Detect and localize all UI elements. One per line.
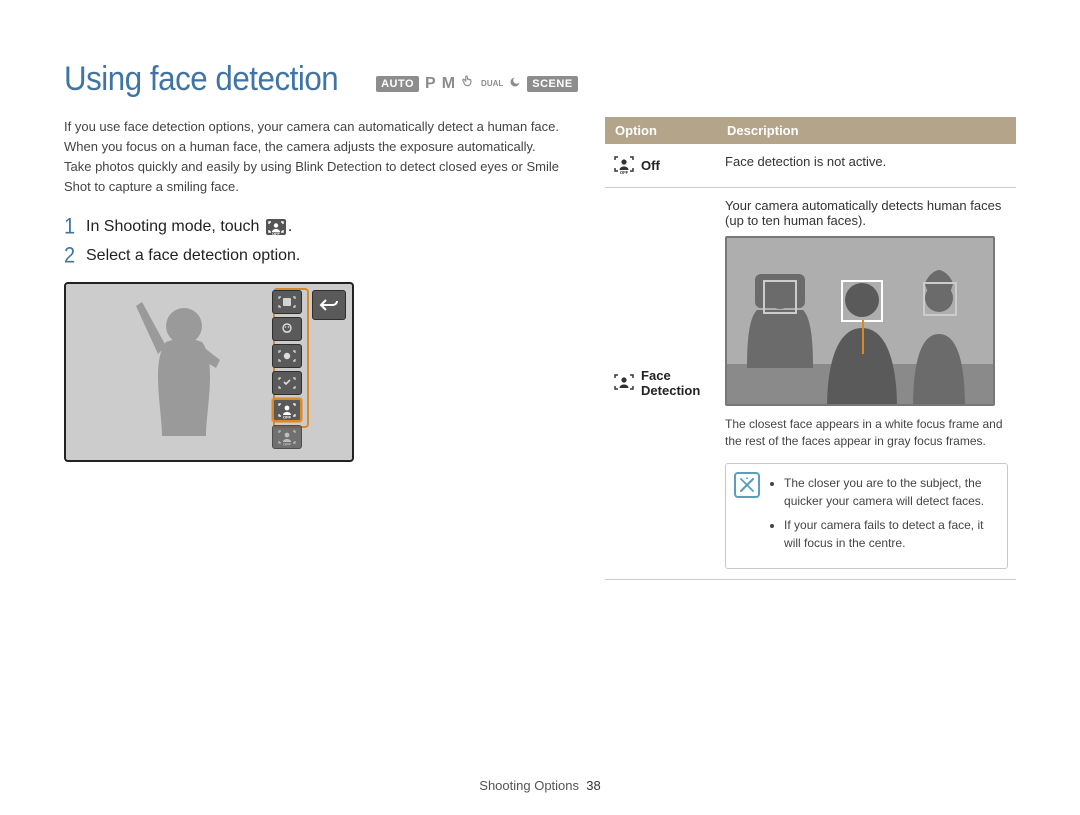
table-header-row: Option Description	[605, 117, 1016, 144]
step-2-text: Select a face detection option.	[86, 247, 300, 265]
cell-fd-desc: Your camera automatically detects human …	[717, 188, 1016, 580]
face-detect-off-icon: OFF	[265, 218, 287, 236]
page-footer: Shooting Options 38	[0, 778, 1080, 793]
mode-badge-scene: SCENE	[527, 76, 577, 92]
face-detect-option-3-icon[interactable]	[272, 344, 302, 368]
manual-page: Using face detection AUTO P M DUAL SCENE…	[0, 0, 1080, 815]
cell-off-desc: Face detection is not active.	[717, 144, 1016, 188]
off-label: Off	[641, 158, 660, 173]
face-detect-option-2-icon[interactable]	[272, 317, 302, 341]
fd-label: Face Detection	[641, 368, 709, 399]
moon-icon	[509, 75, 521, 93]
content-columns: If you use face detection options, your …	[64, 117, 1016, 580]
person-silhouette-icon	[122, 290, 242, 460]
note-box: The closer you are to the subject, the q…	[725, 463, 1008, 569]
focus-frame-gray	[763, 280, 797, 314]
options-table: Option Description OFF Off Face detectio…	[605, 117, 1016, 580]
note-bullet-2: If your camera fails to detect a face, i…	[784, 516, 995, 552]
th-option: Option	[605, 117, 717, 144]
table-row: Face Detection Your camera automatically…	[605, 188, 1016, 580]
face-detect-option-1-icon[interactable]	[272, 290, 302, 314]
left-column: If you use face detection options, your …	[64, 117, 561, 580]
step-2-number: 2	[64, 243, 78, 268]
back-button[interactable]	[312, 290, 346, 320]
fd-desc-above: Your camera automatically detects human …	[725, 198, 1008, 228]
cell-off-option: OFF Off	[605, 144, 717, 188]
camera-screen-illustration: OFF OFF	[64, 282, 354, 462]
mode-badge-p: P	[425, 75, 436, 93]
step-1-text: In Shooting mode, touch OFF .	[86, 218, 292, 236]
focus-frame-white	[841, 280, 883, 322]
back-arrow-icon	[319, 297, 339, 313]
svg-text:OFF: OFF	[272, 231, 281, 236]
face-detect-row-icon	[613, 372, 635, 395]
step-1: 1 In Shooting mode, touch OFF .	[64, 216, 561, 239]
right-column: Option Description OFF Off Face detectio…	[605, 117, 1016, 580]
focus-frame-gray	[923, 282, 957, 316]
footer-section: Shooting Options	[479, 778, 579, 793]
page-title: Using face detection	[64, 60, 338, 99]
focus-caret-line	[862, 320, 864, 354]
intro-paragraph: If you use face detection options, your …	[64, 117, 561, 198]
step-1-number: 1	[64, 214, 78, 239]
table-row: OFF Off Face detection is not active.	[605, 144, 1016, 188]
footer-page-number: 38	[586, 778, 600, 793]
hand-icon	[461, 74, 475, 93]
option-icon-column: OFF OFF	[272, 290, 306, 452]
cell-fd-option: Face Detection	[605, 188, 717, 580]
note-icon	[734, 472, 760, 498]
svg-text:OFF: OFF	[283, 414, 292, 419]
mode-badge-m: M	[442, 75, 455, 93]
svg-text:OFF: OFF	[283, 441, 292, 446]
face-detect-example-image	[725, 236, 995, 406]
step-2: 2 Select a face detection option.	[64, 245, 561, 268]
step-1-post: .	[288, 218, 292, 235]
face-detect-off-row-icon: OFF	[613, 154, 635, 177]
face-detect-option-4-icon[interactable]	[272, 371, 302, 395]
title-row: Using face detection AUTO P M DUAL SCENE	[64, 60, 1016, 99]
svg-text:OFF: OFF	[620, 170, 629, 174]
face-detect-option-extra-icon[interactable]: OFF	[272, 425, 302, 449]
mode-badge-row: AUTO P M DUAL SCENE	[376, 74, 578, 99]
mode-badge-auto: AUTO	[376, 76, 419, 92]
note-bullet-1: The closer you are to the subject, the q…	[784, 474, 995, 510]
step-1-pre: In Shooting mode, touch	[86, 218, 259, 235]
mode-badge-dual: DUAL	[481, 79, 503, 88]
fd-desc-below: The closest face appears in a white focu…	[725, 416, 1008, 451]
steps-list: 1 In Shooting mode, touch OFF . 2 Select…	[64, 216, 561, 268]
face-detect-option-off-icon[interactable]: OFF	[272, 398, 302, 422]
th-description: Description	[717, 117, 1016, 144]
